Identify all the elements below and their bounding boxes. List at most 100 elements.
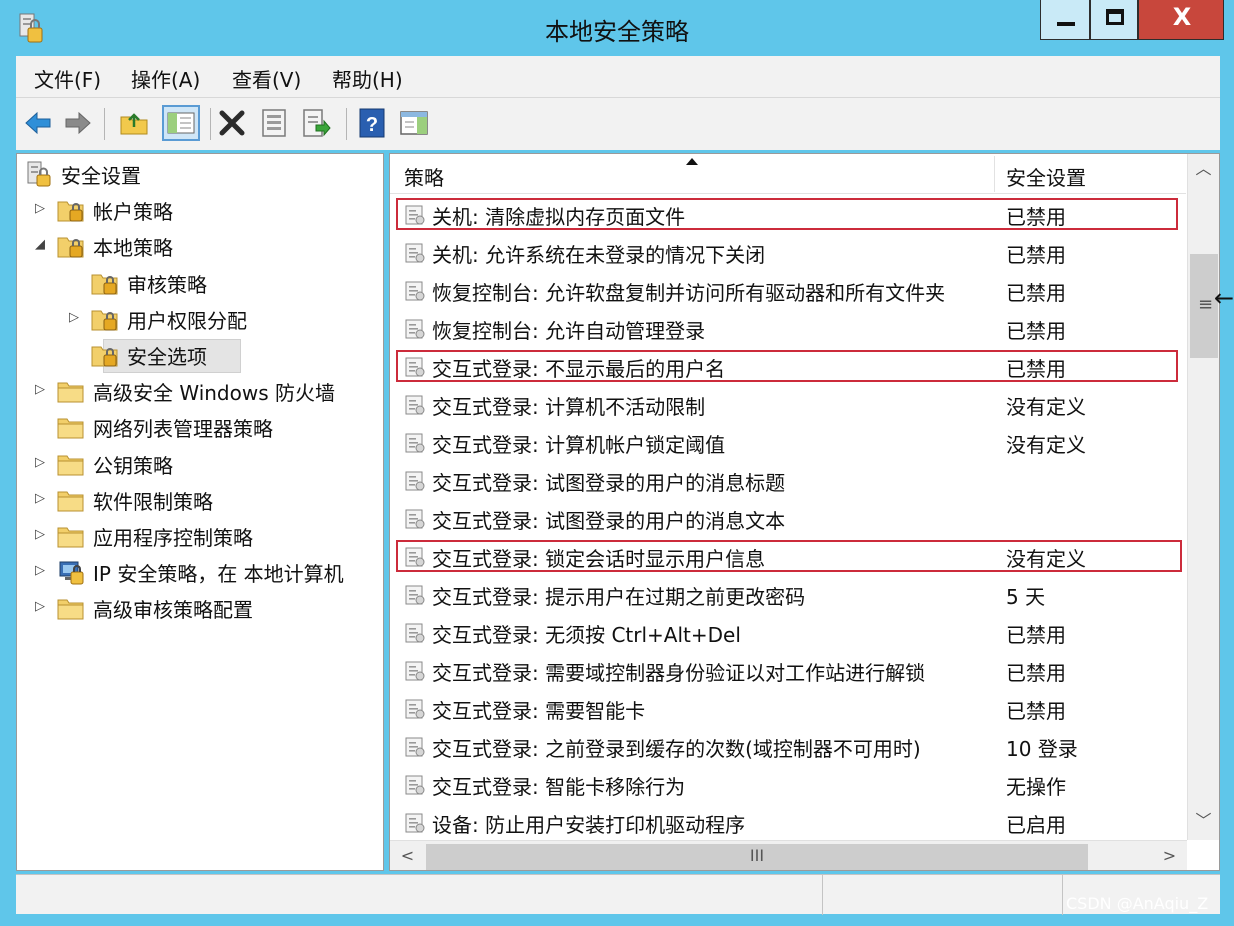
tree-item[interactable]: ▷ 软件限制策略 [17, 483, 383, 517]
forward-arrow-icon[interactable] [62, 107, 94, 139]
tree-item[interactable]: ▷ 高级审核策略配置 [17, 591, 383, 625]
table-row[interactable]: 交互式登录: 锁定会话时显示用户信息 没有定义 [390, 537, 1186, 575]
svg-text:?: ? [366, 114, 378, 136]
menu-action[interactable]: 操作(A) [131, 64, 200, 93]
security-setting-value: 已启用 [1006, 813, 1066, 837]
tree-item[interactable]: 审核策略 [17, 266, 383, 300]
column-header-policy[interactable]: 策略 [404, 162, 444, 191]
menu-help[interactable]: 帮助(H) [332, 64, 403, 93]
scroll-up-button[interactable]: ︿ [1188, 154, 1219, 186]
table-row[interactable]: 交互式登录: 之前登录到缓存的次数(域控制器不可用时) 10 登录 [390, 727, 1186, 765]
toolbar-separator [104, 108, 105, 140]
table-row[interactable]: 恢复控制台: 允许软盘复制并访问所有驱动器和所有文件夹 已禁用 [390, 271, 1186, 309]
scroll-right-button[interactable]: > [1154, 841, 1185, 870]
scroll-down-button[interactable]: ﹀ [1188, 806, 1219, 838]
policy-list[interactable]: 策略 安全设置 关机: 清除虚拟内存页面文件 已禁用 关机: 允许系统在未登录的情况… [389, 153, 1220, 871]
tree-item-label: 网络列表管理器策略 [93, 417, 273, 442]
tree-item[interactable]: ▷ 用户权限分配 [17, 302, 383, 336]
table-row[interactable]: 交互式登录: 智能卡移除行为 无操作 [390, 765, 1186, 803]
expand-icon[interactable]: ▷ [35, 527, 49, 543]
table-row[interactable]: 设备: 防止用户安装打印机驱动程序 已启用 [390, 803, 1186, 841]
status-cell [1062, 875, 1063, 915]
console-tree[interactable]: 安全设置 ▷ 帐户策略 ◢ 本地策略审核策略 ▷ 用户权限分配安全选项 ▷ 高级安全 Windo… [16, 153, 384, 871]
expand-icon[interactable]: ▷ [35, 599, 49, 615]
expand-icon [69, 346, 83, 362]
tree-item-label: 安全选项 [127, 345, 207, 369]
toolbar: ? [16, 98, 1220, 150]
policy-icon [405, 357, 425, 377]
expand-icon[interactable]: ▷ [35, 491, 49, 507]
policy-icon [405, 585, 425, 605]
tree-item-label: 安全设置 [61, 164, 141, 188]
tree-item[interactable]: ▷ 帐户策略 [17, 193, 383, 227]
table-row[interactable]: 交互式登录: 需要域控制器身份验证以对工作站进行解锁 已禁用 [390, 651, 1186, 689]
local-security-policy-window: 本地安全策略 X 文件(F) 操作(A) 查看(V) 帮助(H) ? 安全设置 … [0, 0, 1234, 926]
table-row[interactable]: 交互式登录: 计算机帐户锁定阈值 没有定义 [390, 423, 1186, 461]
policy-icon [405, 509, 425, 529]
maximize-button[interactable] [1090, 0, 1138, 40]
grip-icon: III [749, 846, 765, 865]
policy-name: 恢复控制台: 允许自动管理登录 [432, 319, 706, 343]
table-row[interactable]: 交互式登录: 试图登录的用户的消息文本 [390, 499, 1186, 537]
tree-item[interactable]: ▷ 应用程序控制策略 [17, 519, 383, 553]
column-header-security-setting[interactable]: 安全设置 [1006, 162, 1086, 191]
table-row[interactable]: 交互式登录: 提示用户在过期之前更改密码 5 天 [390, 575, 1186, 613]
menu-file[interactable]: 文件(F) [34, 64, 101, 93]
collapse-icon[interactable]: ◢ [35, 237, 49, 253]
security-setting-value: 没有定义 [1006, 547, 1086, 571]
expand-icon[interactable]: ▷ [69, 310, 83, 326]
expand-icon[interactable]: ▷ [35, 563, 49, 579]
policy-name: 交互式登录: 锁定会话时显示用户信息 [432, 547, 766, 571]
tree-item[interactable]: 网络列表管理器策略 [17, 410, 383, 444]
expand-icon[interactable]: ▷ [35, 382, 49, 398]
folder-icon [57, 491, 84, 512]
column-divider[interactable] [994, 156, 995, 192]
tree-item[interactable]: ▷ IP 安全策略，在 本地计算机 [17, 555, 383, 589]
tree-item-label: 公钥策略 [93, 453, 173, 478]
table-row[interactable]: 恢复控制台: 允许自动管理登录 已禁用 [390, 309, 1186, 347]
tree-item[interactable]: 安全设置 [17, 157, 383, 191]
table-row[interactable]: 交互式登录: 不显示最后的用户名 已禁用 [390, 347, 1186, 385]
policy-icon [405, 813, 425, 833]
properties-icon[interactable] [258, 107, 290, 139]
delete-icon[interactable] [216, 107, 248, 139]
table-row[interactable]: 交互式登录: 试图登录的用户的消息标题 [390, 461, 1186, 499]
list-header: 策略 安全设置 [390, 154, 1186, 194]
folder-icon [57, 382, 84, 403]
close-button[interactable]: X [1138, 0, 1224, 40]
security-setting-value: 没有定义 [1006, 395, 1086, 419]
scroll-left-button[interactable]: < [392, 841, 423, 870]
show-hide-tree-icon[interactable] [162, 105, 200, 141]
expand-icon[interactable]: ▷ [35, 455, 49, 471]
folder-lock-icon [91, 310, 118, 331]
folder-icon [57, 455, 84, 476]
policy-name: 交互式登录: 需要域控制器身份验证以对工作站进行解锁 [432, 661, 926, 685]
policy-name: 交互式登录: 提示用户在过期之前更改密码 [432, 585, 806, 609]
tree-item[interactable]: ◢ 本地策略 [17, 229, 383, 263]
horizontal-scrollbar[interactable]: < III > [390, 840, 1187, 870]
security-setting-value: 已禁用 [1006, 699, 1066, 723]
tree-item[interactable]: 安全选项 [17, 338, 383, 373]
horizontal-scroll-thumb[interactable]: III [426, 844, 1088, 870]
table-row[interactable]: 交互式登录: 需要智能卡 已禁用 [390, 689, 1186, 727]
table-row[interactable]: 交互式登录: 无须按 Ctrl+Alt+Del 已禁用 [390, 613, 1186, 651]
up-folder-icon[interactable] [118, 107, 150, 139]
table-row[interactable]: 关机: 允许系统在未登录的情况下关闭 已禁用 [390, 233, 1186, 271]
export-list-icon[interactable] [300, 107, 332, 139]
tree-item-label: 审核策略 [127, 272, 207, 297]
back-arrow-icon[interactable] [22, 107, 54, 139]
help-icon[interactable]: ? [356, 107, 388, 139]
show-hide-action-pane-icon[interactable] [398, 107, 430, 139]
security-setting-value: 没有定义 [1006, 433, 1086, 457]
table-row[interactable]: 关机: 清除虚拟内存页面文件 已禁用 [390, 195, 1186, 233]
table-row[interactable]: 交互式登录: 计算机不活动限制 没有定义 [390, 385, 1186, 423]
policy-icon [405, 281, 425, 301]
minimize-icon [1057, 22, 1075, 26]
vertical-scrollbar[interactable]: ︿ ≡ ﹀ [1187, 154, 1219, 840]
tree-item[interactable]: ▷ 高级安全 Windows 防火墙 [17, 374, 383, 408]
title-bar[interactable]: 本地安全策略 X [0, 0, 1234, 56]
menu-view[interactable]: 查看(V) [232, 64, 301, 93]
minimize-button[interactable] [1040, 0, 1090, 40]
tree-item[interactable]: ▷ 公钥策略 [17, 447, 383, 481]
expand-icon[interactable]: ▷ [35, 201, 49, 217]
